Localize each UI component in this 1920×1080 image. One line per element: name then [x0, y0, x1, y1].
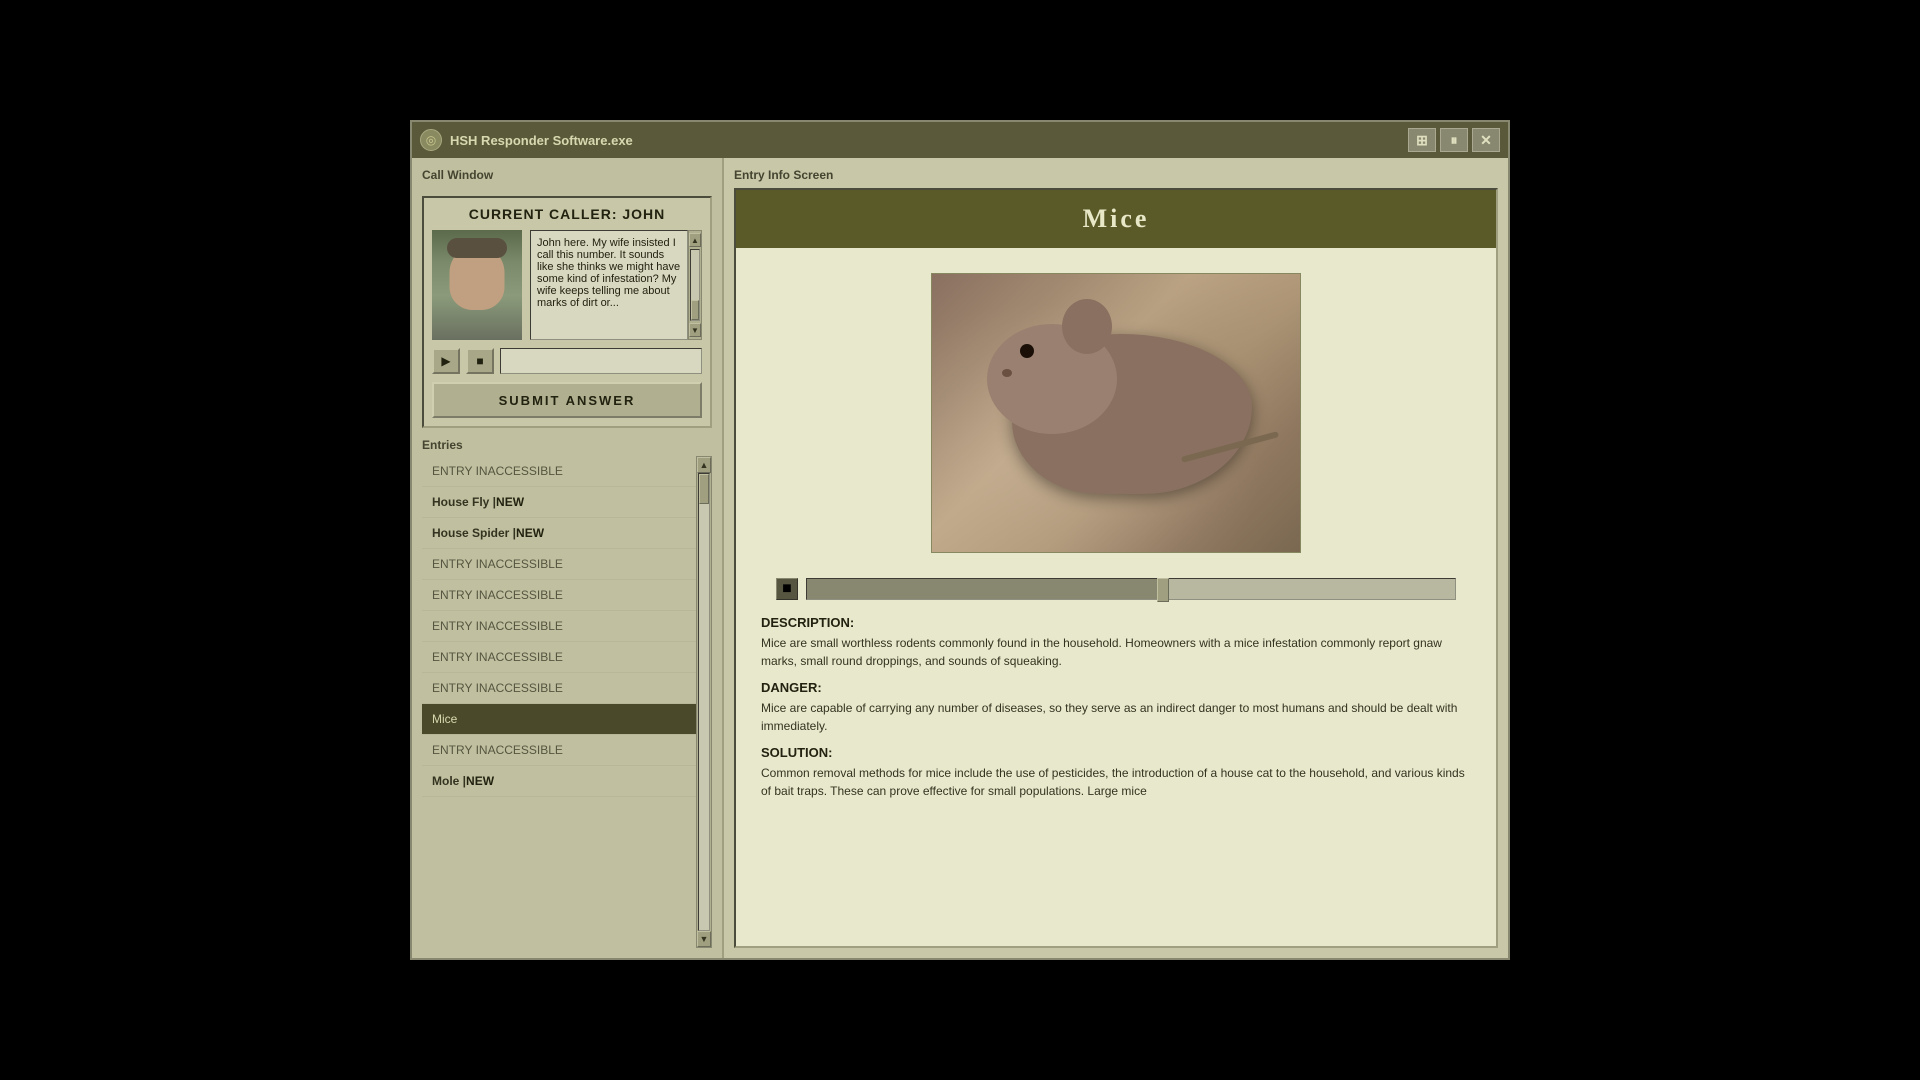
- scroll-down-arrow[interactable]: ▼: [689, 323, 701, 337]
- app-window: ◎ HSH Responder Software.exe ⊞ ⏸ ✕ Call …: [410, 120, 1510, 960]
- danger-text: Mice are capable of carrying any number …: [761, 699, 1471, 735]
- entries-scroll-track[interactable]: [698, 473, 710, 931]
- entries-panel: Entries ENTRY INACCESSIBLE House Fly | N…: [422, 438, 712, 948]
- list-item[interactable]: House Spider | NEW: [422, 518, 696, 549]
- title-bar: ◎ HSH Responder Software.exe ⊞ ⏸ ✕: [412, 122, 1508, 158]
- caller-info: John here. My wife insisted I call this …: [432, 230, 702, 340]
- entry-screen: Mice: [734, 188, 1498, 948]
- list-item[interactable]: ENTRY INACCESSIBLE: [422, 673, 696, 704]
- submit-answer-button[interactable]: SUBMIT ANSWER: [432, 382, 702, 418]
- list-item[interactable]: ENTRY INACCESSIBLE: [422, 549, 696, 580]
- main-content: Call Window CURRENT CALLER: JOHN John he…: [412, 158, 1508, 958]
- caller-text: John here. My wife insisted I call this …: [530, 230, 688, 340]
- audio-player: ■: [756, 578, 1476, 600]
- audio-progress-fill: [807, 579, 1163, 599]
- description-section: DESCRIPTION: Mice are small worthless ro…: [756, 615, 1476, 670]
- list-item-mice[interactable]: Mice: [422, 704, 696, 735]
- mouse-eye: [1020, 344, 1034, 358]
- scroll-track[interactable]: [690, 249, 700, 321]
- call-window: CURRENT CALLER: JOHN John here. My wife …: [422, 196, 712, 428]
- new-badge: NEW: [496, 495, 524, 509]
- left-panel: Call Window CURRENT CALLER: JOHN John he…: [412, 158, 722, 958]
- entries-scroll-thumb[interactable]: [699, 474, 709, 504]
- window-controls: ⊞ ⏸ ✕: [1408, 128, 1500, 152]
- entries-scroll-up[interactable]: ▲: [697, 457, 711, 473]
- entries-label: Entries: [422, 438, 712, 452]
- caller-header: CURRENT CALLER: JOHN: [432, 206, 702, 222]
- solution-text: Common removal methods for mice include …: [761, 764, 1471, 800]
- caller-text-scrollbar[interactable]: ▲ ▼: [688, 230, 702, 340]
- list-item[interactable]: ENTRY INACCESSIBLE: [422, 642, 696, 673]
- list-item[interactable]: ENTRY INACCESSIBLE: [422, 456, 696, 487]
- caller-face: [432, 230, 522, 340]
- danger-section: DANGER: Mice are capable of carrying any…: [756, 680, 1476, 735]
- description-label: DESCRIPTION:: [761, 615, 1471, 630]
- entry-screen-label: Entry Info Screen: [734, 168, 1498, 182]
- call-window-label: Call Window: [422, 168, 712, 182]
- app-title: HSH Responder Software.exe: [450, 133, 1400, 148]
- entries-scroll-container: ENTRY INACCESSIBLE House Fly | NEW House…: [422, 456, 712, 948]
- audio-stop-button[interactable]: ■: [776, 578, 798, 600]
- minimize-button[interactable]: ⊞: [1408, 128, 1436, 152]
- close-button[interactable]: ✕: [1472, 128, 1500, 152]
- entries-scroll-down[interactable]: ▼: [697, 931, 711, 947]
- list-item[interactable]: ENTRY INACCESSIBLE: [422, 735, 696, 766]
- list-item[interactable]: ENTRY INACCESSIBLE: [422, 611, 696, 642]
- pause-button[interactable]: ⏸: [1440, 128, 1468, 152]
- new-badge: NEW: [466, 774, 494, 788]
- entries-scrollbar[interactable]: ▲ ▼: [696, 456, 712, 948]
- solution-label: SOLUTION:: [761, 745, 1471, 760]
- mouse-nose: [1002, 369, 1012, 377]
- entry-content: ■ DESCRIPTION: Mice are small worthless …: [736, 248, 1496, 946]
- entries-list: ENTRY INACCESSIBLE House Fly | NEW House…: [422, 456, 696, 948]
- caller-photo: [432, 230, 522, 340]
- entry-image-container: [756, 263, 1476, 563]
- app-icon: ◎: [420, 129, 442, 151]
- audio-handle[interactable]: [1157, 578, 1169, 602]
- scroll-up-arrow[interactable]: ▲: [689, 233, 701, 247]
- mouse-ear: [1062, 299, 1112, 354]
- audio-progress-bar[interactable]: [806, 578, 1456, 600]
- description-text: Mice are small worthless rodents commonl…: [761, 634, 1471, 670]
- list-item[interactable]: Mole | NEW: [422, 766, 696, 797]
- new-badge: NEW: [516, 526, 544, 540]
- entry-image: [931, 273, 1301, 553]
- stop-button[interactable]: ■: [466, 348, 494, 374]
- scroll-thumb[interactable]: [691, 300, 699, 320]
- answer-input[interactable]: [500, 348, 702, 374]
- entry-title-bar: Mice: [736, 190, 1496, 248]
- entry-title: Mice: [1083, 204, 1150, 233]
- danger-label: DANGER:: [761, 680, 1471, 695]
- solution-section: SOLUTION: Common removal methods for mic…: [756, 745, 1476, 800]
- play-button[interactable]: ▶: [432, 348, 460, 374]
- list-item[interactable]: House Fly | NEW: [422, 487, 696, 518]
- media-controls: ▶ ■: [432, 348, 702, 374]
- right-panel: Entry Info Screen Mice: [722, 158, 1508, 958]
- list-item[interactable]: ENTRY INACCESSIBLE: [422, 580, 696, 611]
